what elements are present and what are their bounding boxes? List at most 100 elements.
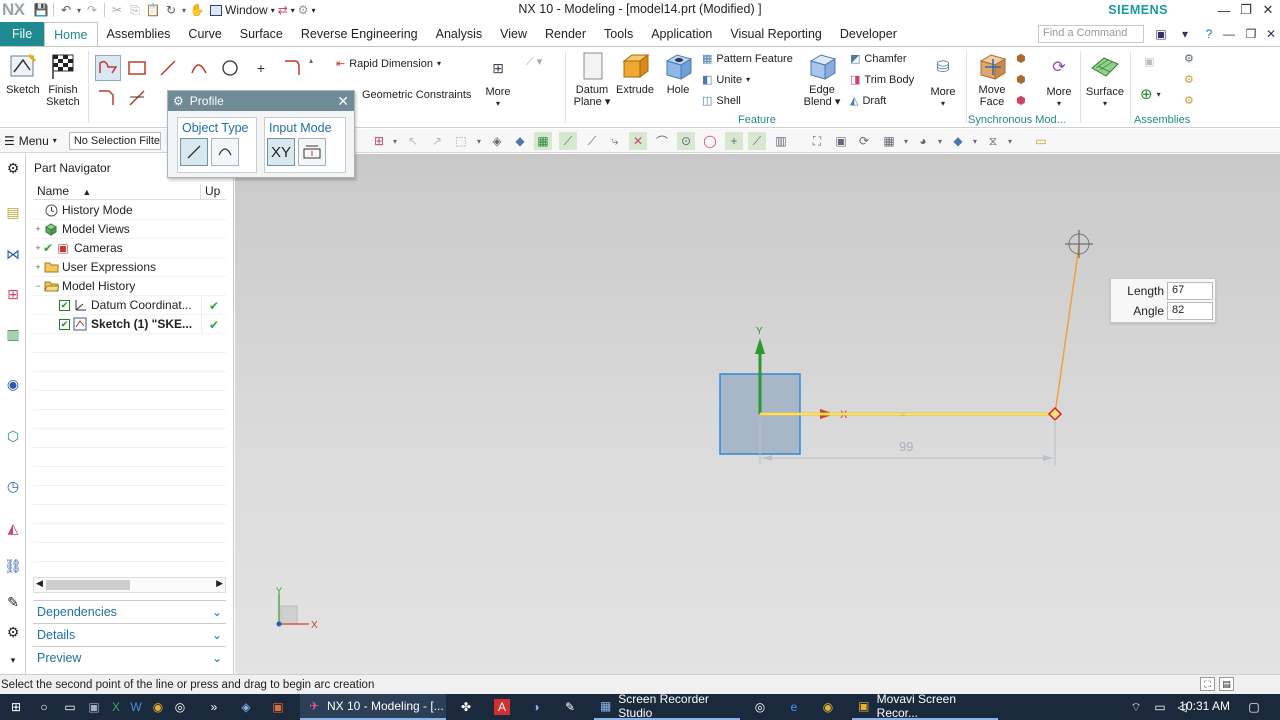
wifi-icon-button[interactable]: ⌔ bbox=[1128, 694, 1144, 720]
close-doc-icon[interactable]: ✕ bbox=[1262, 26, 1280, 42]
pattern-feature-button[interactable]: ▦ Pattern Feature bbox=[702, 52, 793, 66]
touch-mode-icon[interactable]: ✋ bbox=[188, 2, 206, 18]
visibility-checkbox[interactable]: ✔ bbox=[59, 318, 70, 330]
length-input[interactable]: 67 bbox=[1167, 282, 1213, 300]
add-component-icon[interactable]: ⊕ ▾ bbox=[1140, 85, 1161, 103]
more-sketch-button[interactable]: ⊞ More ▾ bbox=[482, 53, 514, 110]
view-fit-icon[interactable]: ⛶ bbox=[808, 132, 826, 150]
sync-tool-3-icon[interactable]: ⬢ bbox=[1016, 94, 1026, 107]
sync-tool-2-icon[interactable]: ⬢ bbox=[1016, 73, 1026, 86]
expand-icon[interactable]: + bbox=[33, 262, 43, 272]
snap-point-icon[interactable]: + bbox=[725, 132, 743, 150]
sketch-options-icon[interactable]: ⟋ ▾ bbox=[526, 55, 542, 69]
expand-icon[interactable]: + bbox=[33, 243, 43, 253]
ribbon-options-icon[interactable]: ▣ bbox=[1152, 26, 1170, 42]
paste-icon[interactable]: 📋 bbox=[144, 2, 162, 18]
history-icon[interactable]: ◷ bbox=[2, 474, 24, 498]
tab-surface[interactable]: Surface bbox=[231, 22, 292, 46]
taskbar-app-word[interactable]: W bbox=[128, 694, 144, 720]
taskbar-app-3[interactable]: ◈ bbox=[238, 694, 254, 720]
more-resources-icon[interactable]: ⚙ bbox=[2, 620, 24, 644]
preview-panel-header[interactable]: Preview ⌄ bbox=[33, 646, 226, 668]
trim-body-button[interactable]: ◨ Trim Body bbox=[850, 73, 914, 87]
view-rotate-icon[interactable]: ⟳ bbox=[855, 132, 873, 150]
more-sync-button[interactable]: ⟳ More ▾ bbox=[1042, 53, 1076, 110]
rectangle-tool-button[interactable] bbox=[126, 57, 148, 79]
dropdown-icon[interactable]: ▾ bbox=[180, 2, 188, 18]
tab-assemblies[interactable]: Assemblies bbox=[98, 22, 180, 46]
column-header-name[interactable]: Name ▲ bbox=[33, 184, 201, 199]
dependencies-panel-header[interactable]: Dependencies ⌄ bbox=[33, 600, 226, 622]
line-tool-button[interactable] bbox=[157, 57, 179, 79]
select-tool-1-icon[interactable]: ↖ bbox=[404, 132, 422, 150]
measure-icon[interactable]: ▭ bbox=[1032, 132, 1050, 150]
column-header-up-to-date[interactable]: Up bbox=[201, 184, 220, 199]
tree-row-user-expressions[interactable]: + User Expressions bbox=[33, 258, 226, 277]
hd3d-tools-icon[interactable]: ◉ bbox=[2, 372, 24, 396]
taskbar-clock[interactable]: 10:31 AM bbox=[1179, 699, 1230, 713]
expand-icon[interactable]: + bbox=[33, 224, 43, 234]
surface-button[interactable]: Surface ▾ bbox=[1084, 53, 1126, 110]
taskbar-app-chrome-2[interactable]: ◉ bbox=[820, 694, 836, 720]
gear-icon[interactable]: ⚙ bbox=[173, 94, 184, 108]
taskbar-nx[interactable]: ✈ NX 10 - Modeling - [... bbox=[300, 694, 446, 720]
snap-intersection-icon[interactable]: ✕ bbox=[629, 132, 647, 150]
roles-icon[interactable]: ⛓ bbox=[2, 554, 24, 578]
tree-row-sketch[interactable]: ✔ Sketch (1) "SKE... ✔ bbox=[33, 315, 226, 334]
snap-grid-icon[interactable]: ▦ bbox=[534, 132, 552, 150]
collapse-icon[interactable]: − bbox=[33, 281, 43, 291]
taskbar-app-chrome[interactable]: ◉ bbox=[150, 694, 166, 720]
minimize-button[interactable]: — bbox=[1212, 0, 1236, 20]
chevron-down-icon[interactable]: ▾ bbox=[1001, 132, 1019, 150]
snap-quadrant-icon[interactable]: ◯ bbox=[701, 132, 719, 150]
tab-home[interactable]: Home bbox=[44, 22, 98, 46]
tab-render[interactable]: Render bbox=[536, 22, 595, 46]
status-full-screen-icon[interactable]: ⛶ bbox=[1200, 677, 1215, 691]
more-curve-button[interactable]: ▴ bbox=[309, 55, 313, 67]
chevron-down-icon[interactable]: ▾ bbox=[966, 132, 984, 150]
object-type-line-button[interactable] bbox=[180, 138, 208, 166]
rapid-dimension-button[interactable]: ⇤ Rapid Dimension ▾ bbox=[336, 57, 441, 71]
taskbar-screen-recorder[interactable]: ▦ Screen Recorder Studio bbox=[594, 692, 740, 720]
tab-visual-reporting[interactable]: Visual Reporting bbox=[721, 22, 831, 46]
undo-icon[interactable]: ↶ bbox=[57, 2, 75, 18]
object-type-arc-button[interactable] bbox=[211, 138, 239, 166]
help-icon[interactable]: ? bbox=[1200, 26, 1218, 42]
resource-settings-icon[interactable]: ⚙ bbox=[2, 156, 24, 180]
status-window-icon[interactable]: ▤ bbox=[1219, 677, 1234, 691]
taskbar-app-acrobat[interactable]: A bbox=[494, 694, 510, 720]
chamfer-button[interactable]: ◩ Chamfer bbox=[850, 52, 907, 66]
taskbar-movavi[interactable]: ▣ Movavi Screen Recor... bbox=[852, 692, 998, 720]
close-button[interactable]: ✕ bbox=[1256, 0, 1280, 20]
chevron-down-icon[interactable]: ▾ bbox=[470, 132, 488, 150]
sketch-button[interactable]: Sketch bbox=[4, 51, 42, 96]
type-filter-select[interactable]: No Selection Filter bbox=[68, 131, 161, 150]
tree-row-datum-coordinate-system[interactable]: ✔ Datum Coordinat... ✔ bbox=[33, 296, 226, 315]
constraint-navigator-icon[interactable]: ⋈ bbox=[2, 242, 24, 266]
sketch-canvas[interactable]: Y X = 99 Y X bbox=[235, 154, 1280, 674]
snap-endpoint-icon[interactable]: ⟋ bbox=[559, 132, 577, 150]
chevron-down-icon[interactable]: ▾ bbox=[931, 132, 949, 150]
restore-button[interactable]: ❐ bbox=[1234, 0, 1258, 20]
snap-bounded-icon[interactable]: ▥ bbox=[772, 132, 790, 150]
system-scenes-icon[interactable]: ✎ bbox=[2, 590, 24, 614]
layer-icon[interactable]: ◆ bbox=[949, 132, 967, 150]
parameter-mode-button[interactable] bbox=[298, 138, 326, 166]
orient-view-icon[interactable]: ◕ bbox=[914, 132, 932, 150]
view-zoom-icon[interactable]: ▣ bbox=[832, 132, 850, 150]
scroll-right-icon[interactable]: ▶ bbox=[216, 578, 223, 589]
tab-reverse-engineering[interactable]: Reverse Engineering bbox=[292, 22, 427, 46]
view-tool-1-icon[interactable]: ◈ bbox=[488, 132, 506, 150]
point-tool-button[interactable]: + bbox=[250, 57, 272, 79]
chevron-down-icon[interactable]: ▾ bbox=[386, 132, 404, 150]
redo-icon[interactable]: ↷ bbox=[83, 2, 101, 18]
fillet-tool-button[interactable] bbox=[281, 57, 303, 79]
extrude-button[interactable]: Extrude bbox=[615, 51, 655, 96]
rectangle-select-icon[interactable]: ⬚ bbox=[452, 132, 470, 150]
assembly-tool-4-icon[interactable]: ⚙ bbox=[1184, 94, 1194, 107]
snap-midpoint-icon[interactable]: ⟋ bbox=[583, 132, 601, 150]
profile-tool-button[interactable] bbox=[95, 55, 121, 81]
move-face-button[interactable]: Move Face bbox=[972, 51, 1012, 108]
web-browser-icon[interactable]: ⬡ bbox=[2, 424, 24, 448]
endpoint-marker[interactable] bbox=[1047, 406, 1063, 422]
